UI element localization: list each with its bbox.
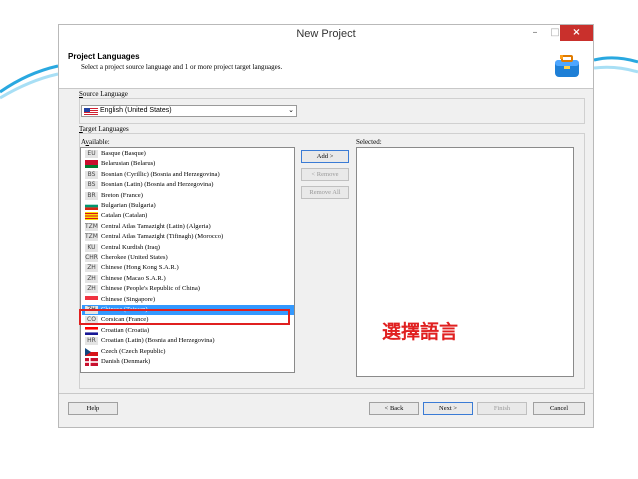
list-item[interactable]: ZH Chinese (Hong Kong S.A.R.) (82, 263, 294, 273)
language-code-icon: ZH (85, 264, 98, 273)
list-item[interactable]: TZM Central Atlas Tamazight (Latin) (Alge… (82, 222, 294, 232)
language-name: Central Atlas Tamazight (Tifinagh) (Moro… (101, 233, 224, 241)
language-code-icon: BS (85, 170, 98, 179)
minimize-button[interactable]: – (525, 25, 545, 41)
catalan-flag-icon (85, 212, 98, 221)
list-item[interactable]: Czech (Czech Republic) (82, 347, 294, 357)
bulgaria-flag-icon (85, 202, 98, 210)
language-name: Chinese (People's Republic of China) (101, 285, 200, 293)
list-item[interactable]: Chinese (Singapore) (82, 295, 294, 305)
page-title: Project Languages (68, 52, 140, 61)
annotation-text: 選擇語言 (382, 321, 459, 343)
source-language-label: Source Language (79, 90, 128, 98)
czech-flag-icon (85, 347, 98, 356)
list-item[interactable]: ZH Chinese (People's Republic of China) (82, 284, 294, 294)
list-item[interactable]: Catalan (Catalan) (82, 211, 294, 221)
available-languages-list[interactable]: Danish (Denmark) Czech (Czech Republic) HR… (80, 147, 295, 373)
add-button[interactable]: Add > (301, 150, 349, 163)
list-item[interactable]: Croatian (Croatia) (82, 326, 294, 336)
language-name: Chinese (Hong Kong S.A.R.) (101, 264, 179, 272)
selected-label: Selected: (356, 138, 382, 146)
list-item[interactable]: TZM Central Atlas Tamazight (Tifinagh) (M… (82, 232, 294, 242)
language-name: Catalan (Catalan) (101, 212, 148, 220)
language-code-icon: HR (85, 337, 98, 346)
cancel-button[interactable]: Cancel (533, 402, 585, 415)
list-item[interactable]: HR Croatian (Latin) (Bosnia and Herzegovi… (82, 336, 294, 346)
list-item[interactable]: KU Central Kurdish (Iraq) (82, 243, 294, 253)
finish-button[interactable]: Finish (477, 402, 527, 415)
belarus-flag-icon (85, 160, 98, 169)
language-code-icon: TZM (85, 222, 98, 231)
list-item[interactable]: Belarusian (Belarus) (82, 159, 294, 169)
language-name: Chinese (Macao S.A.R.) (101, 274, 166, 282)
language-code-icon: ZH (85, 285, 98, 294)
language-name: Bosnian (Cyrillic) (Bosnia and Herzegovi… (101, 170, 220, 178)
remove-button[interactable]: < Remove (301, 168, 349, 181)
suitcase-icon (555, 55, 579, 77)
list-item[interactable]: ZH Chinese (Macao S.A.R.) (82, 274, 294, 284)
singapore-flag-icon (85, 295, 98, 304)
next-button[interactable]: Next > (423, 402, 473, 415)
us-flag-icon (84, 108, 98, 115)
highlight-box (79, 309, 290, 325)
language-name: Central Atlas Tamazight (Latin) (Algeria… (101, 222, 211, 230)
language-code-icon: BS (85, 181, 98, 190)
language-code-icon: KU (85, 243, 98, 252)
list-item[interactable]: BS Bosnian (Latin) (Bosnia and Herzegovin… (82, 180, 294, 190)
language-code-icon: CHR (85, 254, 98, 262)
language-code-icon: BR (85, 191, 98, 200)
language-name: Czech (Czech Republic) (101, 347, 166, 355)
list-item[interactable]: EU Basque (Basque) (82, 149, 294, 159)
target-language-label: Target Languages (79, 125, 129, 133)
language-name: Croatian (Croatia) (101, 326, 150, 334)
title-bar: New Project – □ × (59, 25, 593, 47)
language-name: Bulgarian (Bulgaria) (101, 202, 156, 209)
language-name: Central Kurdish (Iraq) (101, 243, 160, 251)
croatia-flag-icon (85, 326, 98, 335)
wizard-header: Project Languages Select a project sourc… (59, 46, 593, 89)
language-name: Belarusian (Belarus) (101, 160, 156, 168)
language-code-icon: TZM (85, 233, 98, 242)
back-button[interactable]: < Back (369, 402, 419, 415)
window-title: New Project (296, 28, 356, 40)
new-project-dialog: New Project – □ × Project Languages Sele… (58, 24, 594, 428)
list-item[interactable]: Bulgarian (Bulgaria) (82, 201, 294, 211)
language-name: Breton (France) (101, 191, 143, 199)
language-name: Danish (Denmark) (101, 358, 151, 365)
wizard-footer (59, 393, 593, 394)
page-subtitle: Select a project source language and 1 o… (81, 63, 283, 71)
language-code-icon: EU (85, 150, 98, 158)
help-button[interactable]: Help (68, 402, 118, 415)
language-name: Croatian (Latin) (Bosnia and Herzegovina… (101, 337, 215, 345)
remove-all-button[interactable]: Remove All (301, 186, 349, 199)
denmark-flag-icon (85, 358, 98, 366)
source-language-value: English (United States) (100, 107, 172, 114)
close-button[interactable]: × (560, 25, 593, 41)
list-item[interactable]: BR Breton (France) (82, 191, 294, 201)
list-item[interactable]: CHR Cherokee (United States) (82, 253, 294, 263)
language-name: Basque (Basque) (101, 150, 146, 157)
language-name: Cherokee (United States) (101, 254, 168, 261)
language-name: Chinese (Singapore) (101, 295, 156, 303)
language-name: Bosnian (Latin) (Bosnia and Herzegovina) (101, 181, 214, 189)
available-label: Available: (81, 138, 110, 146)
source-language-dropdown[interactable]: English (United States) ⌄ (81, 105, 297, 117)
language-code-icon: ZH (85, 274, 98, 283)
chevron-down-icon: ⌄ (288, 107, 294, 114)
list-item[interactable]: BS Bosnian (Cyrillic) (Bosnia and Herzego… (82, 170, 294, 180)
list-item[interactable]: Danish (Denmark) (82, 357, 294, 367)
